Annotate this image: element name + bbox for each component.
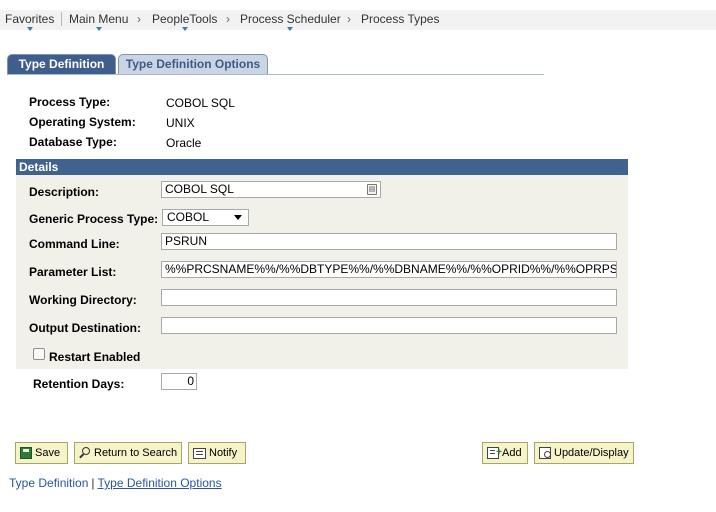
nav-process-scheduler-label: Process Scheduler [240,12,341,26]
tab-underline [7,74,544,75]
update-display-button[interactable]: Update/Display [534,442,634,464]
operating-system-label: Operating System: [29,115,136,129]
nav-favorites-label: Favorites [5,12,55,26]
chevron-down-icon [95,27,102,31]
retention-days-label: Retention Days: [33,377,125,391]
save-icon [20,447,32,460]
save-button[interactable]: Save [15,442,68,464]
output-destination-label: Output Destination: [29,321,141,335]
nav-process-types[interactable]: Process Types [361,12,439,26]
process-type-value: COBOL SQL [166,96,235,110]
save-button-label: Save [35,447,61,459]
command-line-label: Command Line: [29,237,120,251]
breadcrumb-arrow-icon: › [226,12,230,26]
notify-button-label: Notify [209,447,238,459]
update-display-label: Update/Display [554,447,629,459]
working-directory-label: Working Directory: [29,293,137,307]
chevron-down-icon [26,27,33,31]
nav-divider [61,12,62,26]
parameter-list-field[interactable]: %%PRCSNAME%%/%%DBTYPE%%/%%DBNAME%%/%%OPR… [161,261,617,278]
search-icon [79,447,91,459]
restart-enabled-label: Restart Enabled [49,350,141,364]
footer-separator: | [91,476,95,490]
footer-link-type-definition[interactable]: Type Definition [9,476,88,490]
nav-peopletools-label: PeopleTools [152,12,218,26]
retention-days-value: 0 [187,374,194,388]
return-to-search-label: Return to Search [94,447,178,459]
chevron-down-icon [234,215,242,220]
retention-days-field[interactable]: 0 [161,373,197,390]
nav-main-menu-label: Main Menu [69,12,129,26]
update-display-icon [539,447,551,460]
tab-type-definition[interactable]: Type Definition [7,54,116,75]
description-label: Description: [29,185,100,199]
parameter-list-label: Parameter List: [29,265,117,279]
operating-system-value: UNIX [166,116,195,130]
notify-icon [193,447,206,459]
command-line-field[interactable]: PSRUN [161,233,617,250]
nav-favorites[interactable]: Favorites [5,12,55,31]
nav-peopletools[interactable]: PeopleTools [152,12,218,31]
nav-process-scheduler[interactable]: Process Scheduler [240,12,341,31]
breadcrumb-arrow-icon: › [347,12,351,26]
description-value: COBOL SQL [165,182,234,196]
output-destination-field[interactable] [161,317,617,334]
breadcrumb-arrow-icon: › [137,12,141,26]
add-button-label: Add [502,447,522,459]
description-field[interactable]: COBOL SQL ▤ [161,181,381,198]
process-type-label: Process Type: [29,95,111,109]
generic-process-type-label: Generic Process Type: [29,212,159,226]
footer-link-type-definition-options[interactable]: Type Definition Options [98,476,222,490]
notify-button[interactable]: Notify [188,442,246,464]
nav-process-types-label: Process Types [361,12,440,26]
return-to-search-button[interactable]: Return to Search [74,442,182,464]
footer-links: Type Definition | Type Definition Options [9,476,222,490]
chevron-down-icon [287,27,294,31]
chevron-down-icon [181,27,188,31]
details-header: Details [16,159,628,175]
working-directory-field[interactable] [161,289,617,306]
nav-main-menu[interactable]: Main Menu [69,12,129,31]
parameter-list-value: %%PRCSNAME%%/%%DBTYPE%%/%%DBNAME%%/%%OPR… [165,262,617,276]
restart-enabled-checkbox[interactable] [33,348,45,360]
generic-process-type-value: COBOL [167,210,210,224]
database-type-value: Oracle [166,136,202,150]
top-navigation-bar: Favorites Main Menu › PeopleTools › Proc… [0,10,716,31]
add-button[interactable]: Add [482,442,528,464]
add-icon [487,443,502,463]
database-type-label: Database Type: [29,135,117,149]
expand-text-icon[interactable]: ▤ [367,184,377,195]
command-line-value: PSRUN [165,234,208,248]
tab-type-definition-options[interactable]: Type Definition Options [118,54,268,75]
generic-process-type-select[interactable]: COBOL [162,209,249,226]
